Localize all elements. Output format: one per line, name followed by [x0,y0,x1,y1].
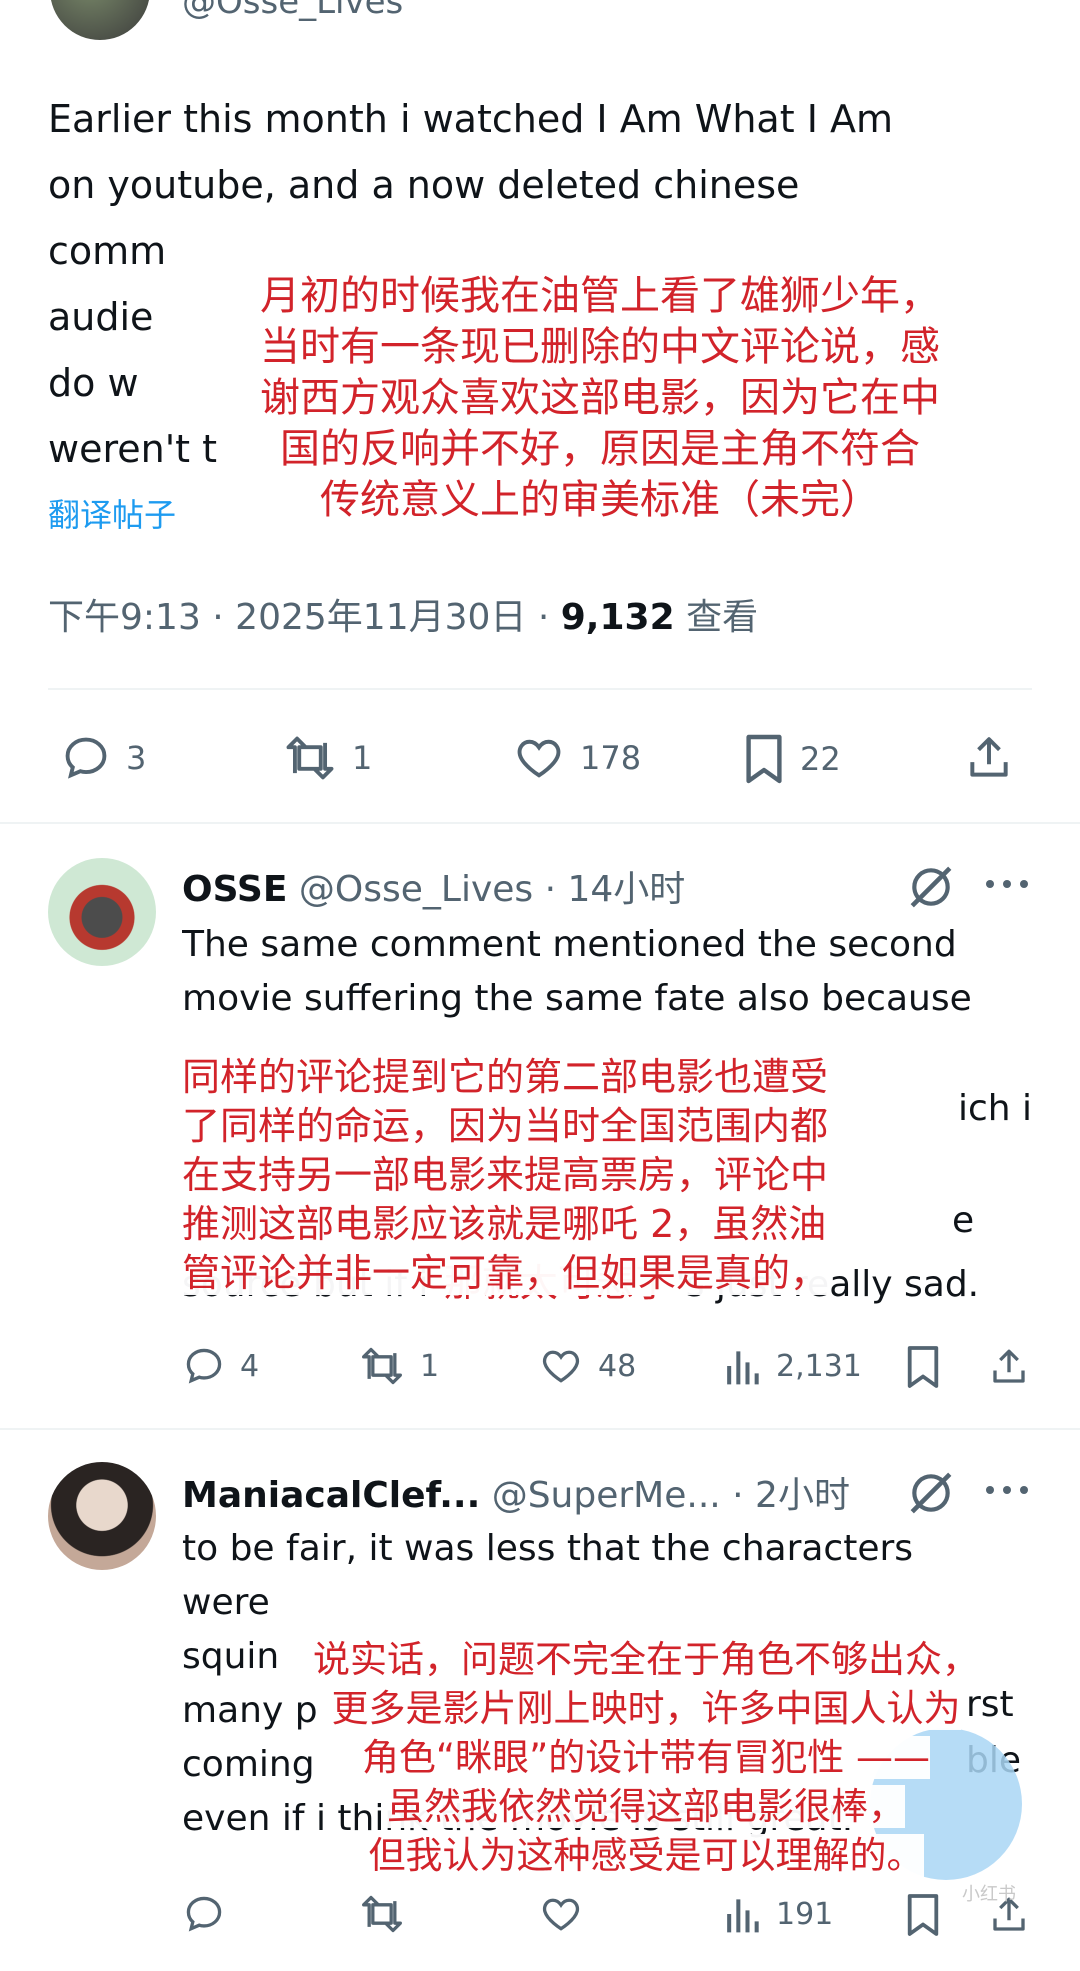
views-button[interactable]: 191 [722,1892,833,1936]
watermark: 小红书 [962,1884,1016,1905]
reply-button[interactable]: 3 [60,732,146,784]
timestamp[interactable]: · 2小时 [732,1475,850,1516]
tweet-divider [0,822,1080,824]
translation-overlay-reply-1: 同样的评论提到它的第二部电影也遭受 了同样的命运，因为当时全国范围内都 在支持另… [182,1004,962,1298]
retweet-icon [362,1347,402,1385]
translation-overlay-main: 月初的时候我在油管上看了雄狮少年， 当时有一条现已删除的中文评论说，感 谢西方观… [150,220,1050,526]
avatar[interactable] [48,858,156,966]
retweet-button[interactable]: 1 [282,732,372,784]
bookmark-button[interactable]: 22 [742,732,841,786]
display-name[interactable]: ManiacalClef... [182,1475,480,1516]
like-count: 48 [598,1348,637,1384]
reply-text: The same comment mentioned the second mo… [182,924,972,1018]
translation-overlay-main-text: 月初的时候我在油管上看了雄狮少年， 当时有一条现已删除的中文评论说，感 谢西方观… [260,273,940,523]
views-icon [727,1351,759,1385]
like-icon [517,739,561,778]
translation-overlay-reply-2: 说实话，问题不完全在于角色不够出众， 更多是影片刚上映时，许多中国人认为 角色“… [256,1586,1036,1880]
like-button[interactable]: 178 [512,732,641,784]
share-icon [993,1349,1025,1383]
more-button[interactable] [984,876,1030,895]
tweet-timestamp: 下午9:13 · 2025年11月30日 · [48,597,561,638]
translation-overlay-reply-1-text: 同样的评论提到它的第二部电影也遭受 了同样的命运，因为当时全国范围内都 在支持另… [182,1055,829,1295]
reply-button[interactable] [182,1892,226,1936]
reply-text-fragment: ich i [958,1088,1033,1129]
bookmark-icon [907,1894,939,1936]
grok-icon [910,866,952,908]
views-count: 191 [776,1896,834,1932]
retweet-button[interactable] [358,1892,406,1936]
translation-overlay-reply-2-text: 说实话，问题不完全在于角色不够出众， 更多是影片刚上映时，许多中国人认为 角色“… [313,1638,979,1877]
meta-divider [48,688,1032,690]
timestamp[interactable]: · 14小时 [545,869,686,910]
grok-icon [910,1472,952,1514]
reply-divider [0,1428,1080,1430]
bookmark-icon [746,734,782,784]
views-label: 查看 [674,597,759,638]
like-button[interactable] [538,1892,584,1936]
retweet-count: 1 [420,1348,440,1384]
grok-button[interactable] [906,1468,956,1522]
reply-count: 3 [126,739,147,777]
reply-count: 4 [240,1348,260,1384]
handle[interactable]: @SuperMe... [492,1475,721,1516]
handle[interactable]: @Osse_Lives [299,869,533,910]
grok-button[interactable] [906,862,956,916]
reply-header: ManiacalClef... @SuperMe... · 2小时 [182,1466,850,1518]
reply-header: OSSE @Osse_Lives · 14小时 [182,860,685,912]
retweet-icon [286,736,334,780]
bookmark-icon [907,1346,939,1388]
retweet-icon [362,1895,402,1933]
avatar[interactable] [48,1462,156,1570]
reply-button[interactable]: 4 [182,1344,259,1388]
like-icon [542,1350,580,1383]
share-button[interactable] [964,732,1014,784]
bookmark-button[interactable] [904,1892,942,1938]
views-count: 9,132 [560,597,675,638]
author-handle-top[interactable]: @Osse_Lives [182,0,403,22]
views-count: 2,131 [776,1348,862,1384]
views-icon [727,1899,759,1933]
more-icon [986,880,1028,888]
tweet-meta: 下午9:13 · 2025年11月30日 · 9,132 查看 [48,588,758,640]
like-icon [542,1898,580,1931]
avatar-top[interactable] [50,0,150,40]
bookmark-count: 22 [800,740,841,778]
display-name[interactable]: OSSE [182,869,287,910]
reply-icon [186,1348,222,1384]
like-count: 178 [580,739,642,777]
bookmark-button[interactable] [904,1344,942,1390]
more-icon [986,1486,1028,1494]
views-button[interactable]: 2,131 [722,1344,862,1388]
reply-text-line: to be fair, it was less that the charact… [182,1528,914,1569]
reply-icon [65,737,107,779]
retweet-button[interactable]: 1 [358,1344,439,1388]
share-button[interactable] [988,1344,1030,1390]
reply-icon [186,1896,222,1932]
retweet-count: 1 [352,739,373,777]
more-button[interactable] [984,1482,1030,1501]
share-icon [970,737,1008,777]
like-button[interactable]: 48 [538,1344,636,1388]
